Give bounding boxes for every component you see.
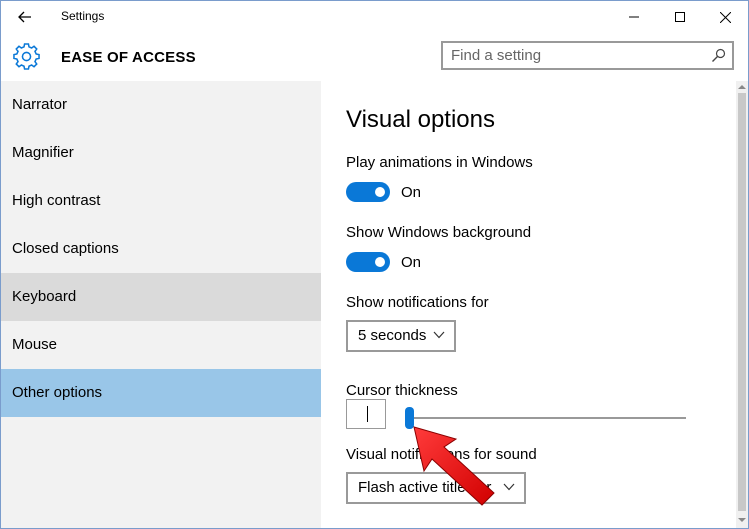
sidebar-item-label: Keyboard (12, 288, 77, 305)
sound-notifications-label: Visual notifications for sound (346, 446, 537, 463)
sidebar-item-label: Magnifier (12, 144, 74, 161)
maximize-icon (675, 12, 685, 22)
dropdown-value: 5 seconds (358, 327, 427, 344)
background-label: Show Windows background (346, 224, 532, 241)
sidebar-item-high-contrast[interactable]: High contrast (1, 177, 321, 225)
animations-toggle-state: On (401, 184, 422, 201)
sidebar-item-label: Narrator (12, 96, 68, 113)
vertical-scrollbar[interactable] (736, 81, 748, 528)
sidebar-item-label: Other options (12, 384, 103, 401)
minimize-button[interactable] (611, 1, 657, 33)
sidebar-item-mouse[interactable]: Mouse (1, 321, 321, 369)
page-title: EASE OF ACCESS (61, 49, 196, 66)
scroll-down-arrow-icon[interactable] (738, 516, 746, 524)
dropdown-value: Flash active title bar (358, 479, 492, 496)
maximize-button[interactable] (657, 1, 703, 33)
page-header: EASE OF ACCESS (1, 33, 748, 81)
cursor-thickness-label: Cursor thickness (346, 382, 458, 399)
close-button[interactable] (702, 1, 748, 33)
title-bar: Settings (1, 1, 748, 33)
back-button[interactable] (9, 3, 41, 31)
search-box[interactable] (441, 41, 734, 70)
notifications-label: Show notifications for (346, 294, 489, 311)
chevron-down-icon (503, 483, 515, 491)
settings-window: Settings EASE OF ACCESS Find a setting N… (0, 0, 749, 529)
scrollbar-thumb[interactable] (738, 93, 746, 511)
gear-icon (13, 43, 40, 70)
sidebar-item-label: Closed captions (12, 240, 119, 257)
sidebar: Narrator Magnifier High contrast Closed … (1, 81, 321, 528)
cursor-thickness-preview (346, 399, 386, 429)
text-cursor-caret (367, 406, 368, 422)
search-icon[interactable] (711, 48, 726, 63)
sidebar-item-label: Mouse (12, 336, 58, 353)
cursor-thickness-slider-thumb[interactable] (405, 407, 414, 429)
animations-toggle[interactable] (346, 182, 390, 202)
sidebar-item-closed-captions[interactable]: Closed captions (1, 225, 321, 273)
notifications-duration-dropdown[interactable]: 5 seconds (346, 320, 456, 352)
cursor-thickness-slider-track[interactable] (405, 417, 686, 419)
chevron-down-icon (433, 331, 445, 339)
sidebar-item-magnifier[interactable]: Magnifier (1, 129, 321, 177)
minimize-icon (629, 16, 639, 18)
background-toggle[interactable] (346, 252, 390, 272)
section-title: Visual options (346, 106, 495, 133)
animations-label: Play animations in Windows (346, 154, 533, 171)
content-pane: Visual options Play animations in Window… (321, 81, 736, 528)
background-toggle-state: On (401, 254, 422, 271)
sidebar-item-label: High contrast (12, 192, 101, 209)
sidebar-item-keyboard[interactable]: Keyboard (1, 273, 321, 321)
toggle-knob (375, 187, 385, 197)
sound-notifications-dropdown[interactable]: Flash active title bar (346, 472, 526, 504)
close-icon (719, 11, 731, 23)
back-arrow-icon (18, 11, 31, 23)
toggle-knob (375, 257, 385, 267)
scroll-up-arrow-icon[interactable] (738, 83, 746, 91)
sidebar-item-narrator[interactable]: Narrator (1, 81, 321, 129)
search-input[interactable] (451, 46, 701, 65)
sidebar-item-other-options[interactable]: Other options (1, 369, 321, 417)
window-title: Settings (61, 9, 105, 23)
